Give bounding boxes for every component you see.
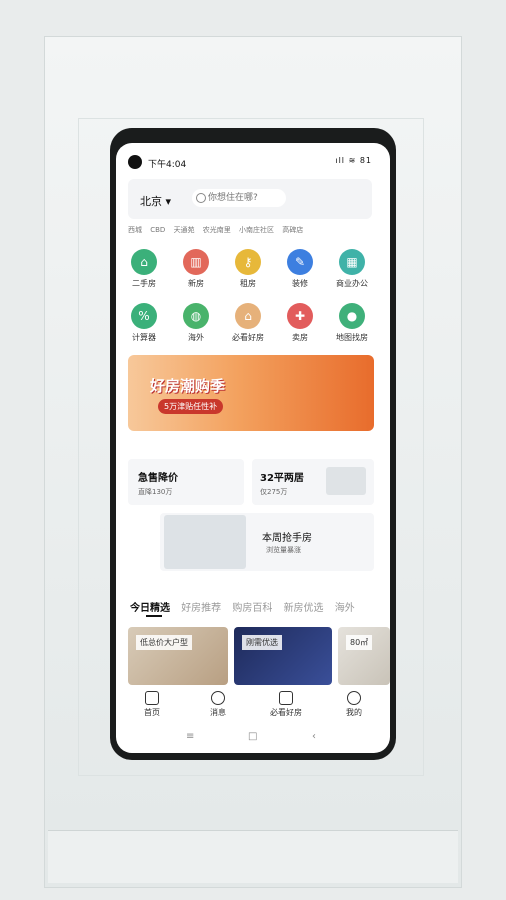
deal-card-small-unit[interactable]: 32平两居 仅275万 (252, 459, 374, 505)
map-pin-icon: ● (339, 303, 365, 329)
grid-label: 海外 (188, 333, 204, 342)
deal-title: 本周抢手房 (262, 533, 312, 544)
globe-icon: ◍ (183, 303, 209, 329)
tag-icon: ✚ (287, 303, 313, 329)
search-input[interactable] (192, 189, 286, 207)
grid-item-decor[interactable]: ✎ 装修 (276, 249, 324, 289)
message-icon (211, 691, 225, 705)
grid-label: 二手房 (132, 279, 156, 288)
grid-label: 计算器 (132, 333, 156, 342)
grid-item-calculator[interactable]: % 计算器 (120, 303, 168, 343)
nav-label: 必看好房 (270, 708, 302, 717)
home-button-icon[interactable]: □ (248, 731, 257, 742)
grid-item-rent[interactable]: ⚷ 租房 (224, 249, 272, 289)
grid-label: 商业办公 (336, 279, 368, 288)
deal-title: 32平两居 (260, 473, 304, 484)
grid-item-must-see[interactable]: ⌂ 必看好房 (224, 303, 272, 343)
hot-tag[interactable]: 高碑店 (282, 226, 303, 234)
home-icon (145, 691, 159, 705)
key-icon: ⚷ (235, 249, 261, 275)
bookmark-icon (279, 691, 293, 705)
nav-messages[interactable]: 消息 (198, 691, 238, 718)
tab-recommend[interactable]: 好房推荐 (181, 603, 221, 614)
city-selector[interactable]: 北京 ▾ (140, 193, 171, 209)
deal-title: 急售降价 (138, 473, 178, 484)
hot-tag[interactable]: 小南庄社区 (239, 226, 274, 234)
tab-new-homes[interactable]: 新房优选 (284, 603, 324, 614)
deal-subtitle: 直降130万 (138, 488, 173, 496)
grid-label: 必看好房 (232, 333, 264, 342)
grid-label: 装修 (292, 279, 308, 288)
chair-thumbnail (164, 515, 246, 569)
deal-card-hot-week[interactable]: 本周抢手房 浏览量暴涨 (160, 513, 374, 571)
menu-icon[interactable]: ≡ (186, 731, 194, 742)
nav-label: 消息 (210, 708, 226, 717)
promo-banner[interactable]: 好房潮购季 5万津贴任性补 (128, 355, 374, 431)
phone-screen: 下午4:04 ıll ≋ 81 北京 ▾ 西城 CBD 天通苑 农光南里 小南庄… (116, 143, 390, 753)
office-icon: ▦ (339, 249, 365, 275)
nav-label: 首页 (144, 708, 160, 717)
nav-must-see[interactable]: 必看好房 (266, 691, 306, 718)
nav-label: 我的 (346, 708, 362, 717)
listing-photo[interactable]: 低总价大户型 (128, 627, 228, 685)
status-time: 下午4:04 (148, 160, 187, 170)
grid-label: 卖房 (292, 333, 308, 342)
profile-icon (347, 691, 361, 705)
tab-today[interactable]: 今日精选 (130, 603, 170, 614)
calculator-icon: % (131, 303, 157, 329)
grid-label: 新房 (188, 279, 204, 288)
grid-item-map[interactable]: ● 地图找房 (328, 303, 376, 343)
photo-label: 80㎡ (346, 635, 373, 650)
grid-item-new[interactable]: ▥ 新房 (172, 249, 220, 289)
hot-tag[interactable]: 农光南里 (203, 226, 231, 234)
photo-label: 低总价大户型 (136, 635, 192, 650)
search-icon (196, 193, 206, 203)
tab-overseas[interactable]: 海外 (335, 603, 355, 614)
banner-subtitle: 5万津贴任性补 (158, 399, 224, 414)
hot-tag[interactable]: CBD (150, 226, 165, 234)
tab-wiki[interactable]: 购房百科 (232, 603, 272, 614)
tab-indicator (146, 615, 162, 617)
stand-base (48, 830, 458, 883)
nav-profile[interactable]: 我的 (334, 691, 374, 718)
front-camera (128, 155, 142, 169)
banner-title: 好房潮购季 (150, 377, 226, 395)
grid-item-overseas[interactable]: ◍ 海外 (172, 303, 220, 343)
grid-label: 地图找房 (336, 333, 368, 342)
grid-item-sell[interactable]: ✚ 卖房 (276, 303, 324, 343)
listing-photo[interactable]: 80㎡ (338, 627, 390, 685)
grid-item-office[interactable]: ▦ 商业办公 (328, 249, 376, 289)
hot-tags-row: 西城 CBD 天通苑 农光南里 小南庄社区 高碑店 (128, 225, 309, 235)
nav-home[interactable]: 首页 (132, 691, 172, 718)
sofa-thumbnail (326, 467, 366, 495)
hot-tag[interactable]: 西城 (128, 226, 142, 234)
home-star-icon: ⌂ (235, 303, 261, 329)
back-icon[interactable]: ‹ (312, 731, 316, 742)
photo-label: 刚需优选 (242, 635, 282, 650)
deal-subtitle: 浏览量暴涨 (266, 546, 301, 554)
paint-icon: ✎ (287, 249, 313, 275)
house-icon: ⌂ (131, 249, 157, 275)
feed-tabs: 今日精选 好房推荐 购房百科 新房优选 海外 (130, 599, 363, 614)
deal-card-price-drop[interactable]: 急售降价 直降130万 (128, 459, 244, 505)
grid-item-secondhand[interactable]: ⌂ 二手房 (120, 249, 168, 289)
listing-photo[interactable]: 刚需优选 (234, 627, 332, 685)
status-icons: ıll ≋ 81 (335, 156, 372, 165)
grid-label: 租房 (240, 279, 256, 288)
deal-subtitle: 仅275万 (260, 488, 288, 496)
building-icon: ▥ (183, 249, 209, 275)
hot-tag[interactable]: 天通苑 (174, 226, 195, 234)
